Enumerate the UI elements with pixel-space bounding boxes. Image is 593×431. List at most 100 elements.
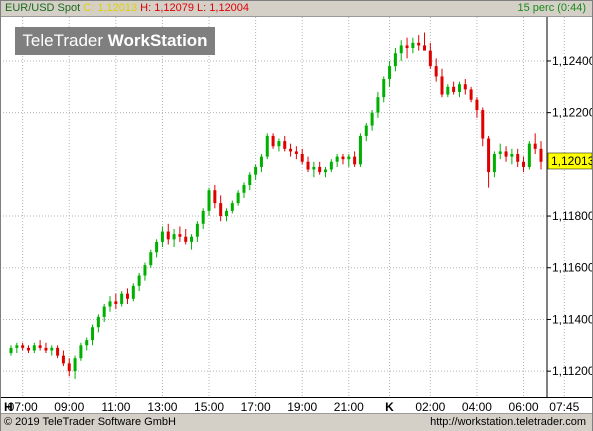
candle-body — [32, 345, 36, 351]
x-tick-label: 06:00 — [508, 400, 539, 414]
candle-body — [399, 45, 403, 54]
candle-body — [300, 154, 304, 162]
candle-body — [533, 143, 537, 149]
logo-text-1: TeleTrader — [22, 31, 108, 50]
candle-body — [61, 355, 65, 364]
candle-body — [242, 185, 246, 193]
website-link[interactable]: http://workstation.teletrader.com — [430, 414, 586, 431]
y-tick-label: 1,11600 — [552, 261, 592, 275]
candle-body — [26, 347, 30, 351]
candle-body — [172, 234, 176, 240]
candle-body — [428, 50, 432, 67]
candle-body — [102, 306, 106, 317]
candle-body — [347, 156, 351, 160]
candle-body — [388, 66, 392, 80]
candle-body — [125, 293, 129, 299]
high-value: H: 1,12079 — [140, 2, 194, 14]
y-tick-label: 1,11400 — [552, 312, 592, 326]
candle-body — [382, 79, 386, 98]
candle-body — [434, 66, 438, 77]
candle-body — [423, 45, 427, 51]
candle-body — [393, 53, 397, 67]
candle-body — [417, 42, 421, 46]
candle-body — [73, 358, 77, 372]
candle-body — [492, 154, 496, 173]
x-tick-label: 11:00 — [101, 400, 131, 414]
candle-body — [120, 293, 124, 304]
candle-body — [294, 151, 298, 155]
x-tick-label: 19:00 — [287, 400, 318, 414]
candle-body — [324, 169, 328, 173]
candle-body — [67, 363, 71, 372]
candle-body — [224, 210, 228, 217]
candle-body — [137, 275, 141, 286]
candle-body — [254, 166, 258, 175]
candle-body — [184, 236, 188, 242]
x-axis: H 07:00 09:00 11:00 13:00 15:00 17:00 19:00 21:0… — [1, 397, 592, 414]
y-tick-label: 1,12200 — [552, 106, 592, 120]
candle-body — [306, 161, 310, 170]
candle-body — [271, 135, 275, 147]
candle-body — [498, 151, 502, 155]
candle-body — [440, 76, 444, 95]
candle-body — [510, 154, 514, 157]
candle-body — [481, 110, 485, 139]
candle-body — [143, 265, 147, 276]
candle-body — [79, 345, 83, 359]
candle-body — [15, 345, 19, 348]
close-value: C: 1,12013 — [83, 2, 138, 14]
candle-body — [96, 316, 100, 328]
candle-body — [283, 141, 287, 149]
candle-body — [85, 340, 89, 346]
candle-body — [452, 86, 456, 92]
chart-window: 1,12400 1,12200 1,11800 1,11600 1,11400 1,112… — [0, 0, 593, 431]
x-tick-label: 02:00 — [415, 400, 446, 414]
candle-body — [114, 301, 118, 304]
candle-body — [91, 327, 95, 341]
candle-body — [155, 241, 159, 253]
candle-body — [312, 166, 316, 170]
candle-body — [277, 141, 281, 147]
teletrader-logo: TeleTrader WorkStation — [15, 27, 215, 55]
x-tick-label: K — [385, 400, 394, 414]
symbol-label: EUR/USD Spot — [5, 2, 81, 14]
candle-body — [341, 156, 345, 160]
x-tick-label: 07:45 — [549, 400, 580, 414]
interval-label: 15 perc (0:44) — [517, 2, 586, 14]
candle-body — [516, 154, 520, 162]
candle-body — [108, 301, 112, 307]
x-tick-label: 07:00 — [7, 400, 38, 414]
candle-body — [539, 148, 543, 162]
candle-body — [265, 135, 269, 157]
x-tick-label: 15:00 — [194, 400, 225, 414]
low-value: L: 1,12004 — [197, 2, 250, 14]
candle-body — [21, 345, 25, 348]
candle-body — [38, 345, 42, 348]
candle-body — [190, 236, 194, 242]
candle-body — [131, 285, 135, 299]
candle-body — [504, 151, 508, 157]
candle-body — [248, 174, 252, 186]
candle-body — [9, 347, 13, 354]
candle-body — [166, 231, 170, 240]
candle-body — [370, 112, 374, 126]
candle-body — [335, 156, 339, 162]
candle-body — [178, 234, 182, 237]
candle-body — [446, 86, 450, 95]
price-chart[interactable]: 1,12400 1,12200 1,11800 1,11600 1,11400 1,112… — [1, 1, 592, 397]
chart-footer: © 2019 TeleTrader Software GmbH http://w… — [1, 413, 592, 431]
x-tick-label: 17:00 — [240, 400, 271, 414]
candle-body — [457, 84, 461, 92]
candle-body — [289, 148, 293, 152]
candle-body — [475, 99, 479, 111]
candle-body — [230, 203, 234, 211]
candle-body — [463, 84, 467, 90]
x-tick-label: 04:00 — [461, 400, 492, 414]
candle-body — [487, 138, 491, 173]
candle-body — [219, 203, 223, 217]
candle-body — [259, 156, 263, 167]
candle-body — [160, 231, 164, 242]
candle-body — [213, 190, 217, 204]
candle-body — [195, 223, 199, 237]
candle-body — [527, 143, 531, 167]
